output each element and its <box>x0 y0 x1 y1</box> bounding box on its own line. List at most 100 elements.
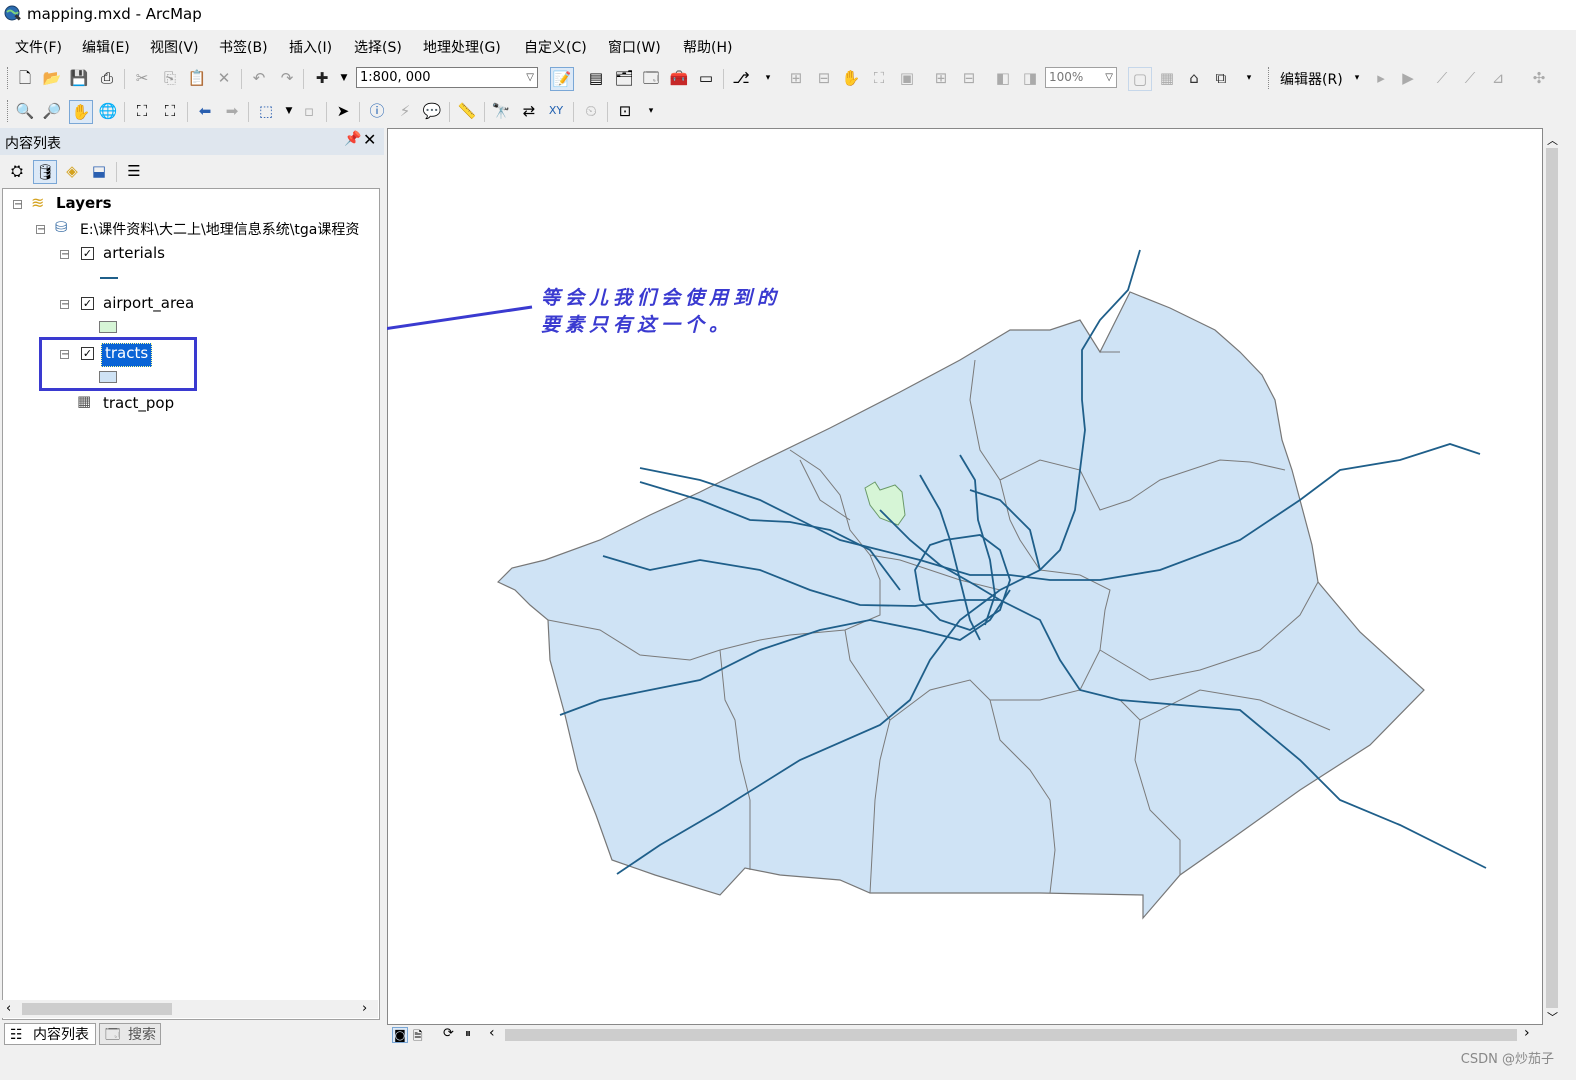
fixed-zoom-in-icon[interactable]: ⊞ <box>930 67 952 89</box>
editor-menu-button[interactable]: 编辑器(R) <box>1280 69 1343 89</box>
chevron-down-icon[interactable]: ▼ <box>278 100 300 122</box>
scroll-left-icon[interactable]: ‹ <box>6 1001 11 1016</box>
zoom-100-icon[interactable]: ▣ <box>896 67 918 89</box>
list-by-visibility-icon[interactable]: ◈ <box>61 160 83 182</box>
chevron-down-icon[interactable]: ▾ <box>1346 67 1368 89</box>
undo-icon[interactable]: ↶ <box>248 67 270 89</box>
zoom-out-icon[interactable]: 🔎 <box>41 100 63 122</box>
copy-icon[interactable]: ⎘ <box>159 67 181 89</box>
data-driven-pages-icon[interactable]: ⧉ <box>1210 67 1232 89</box>
table-name-tract-pop[interactable]: tract_pop <box>103 394 174 416</box>
layout-zoom-in-icon[interactable]: ⊞ <box>785 67 807 89</box>
map-canvas[interactable] <box>387 128 1543 1025</box>
trace-icon[interactable]: ⊿ <box>1487 67 1509 89</box>
toolbar-grip[interactable] <box>7 67 11 89</box>
open-folder-icon[interactable]: 📂 <box>41 67 63 89</box>
refresh-icon[interactable]: ⟳ <box>443 1026 454 1041</box>
straight-segment-icon[interactable]: ⟋ <box>1431 67 1453 89</box>
go-back-arrow-icon[interactable]: ⬅ <box>194 100 216 122</box>
layout-zoom-out-icon[interactable]: ⊟ <box>813 67 835 89</box>
previous-extent-icon[interactable]: ◧ <box>992 67 1014 89</box>
menu-bookmarks[interactable]: 书签(B) <box>219 37 268 57</box>
collapse-airport-area-icon[interactable]: − <box>60 300 69 310</box>
change-layout-icon[interactable]: ⌂ <box>1183 67 1205 89</box>
toolbar-options-icon[interactable]: ▾ <box>1238 67 1260 89</box>
data-view-icon[interactable]: ◙ <box>392 1027 408 1043</box>
find-route-icon[interactable]: ⇄ <box>518 100 540 122</box>
delete-icon[interactable]: ✕ <box>213 67 235 89</box>
scroll-thumb[interactable] <box>1546 148 1558 1008</box>
find-binoculars-icon[interactable]: 🔭 <box>490 100 512 122</box>
layer-name-airport-area[interactable]: airport_area <box>103 294 194 316</box>
modelbuilder-icon[interactable]: ⎇ <box>730 67 752 89</box>
pan-icon[interactable]: ✋ <box>69 100 93 124</box>
scroll-left-icon[interactable]: ‹ <box>489 1025 495 1041</box>
layout-pan-icon[interactable]: ✋ <box>840 67 862 89</box>
toc-horizontal-scrollbar[interactable]: ‹ › <box>2 1000 378 1018</box>
zoom-whole-page-icon[interactable]: ⛶ <box>868 67 890 89</box>
toolbar-options-icon[interactable]: ▾ <box>640 100 662 122</box>
save-icon[interactable]: 💾 <box>68 67 90 89</box>
pin-icon[interactable]: 📌 <box>344 131 361 147</box>
arctoolbox-icon[interactable]: 🧰 <box>668 67 690 89</box>
scroll-thumb[interactable] <box>22 1003 172 1015</box>
map-vertical-scrollbar[interactable]: ︿ ﹀ <box>1543 128 1561 1025</box>
options-icon[interactable]: ☰ <box>123 160 145 182</box>
fixed-zoom-in-icon[interactable]: ⛶ <box>131 100 153 122</box>
layer-name-arterials[interactable]: arterials <box>103 244 165 266</box>
scroll-up-icon[interactable]: ︿ <box>1547 132 1558 148</box>
add-data-icon[interactable]: ✚ <box>311 67 333 89</box>
workspace-path[interactable]: E:\课件资料\大二上\地理信息系统\tga课程资 <box>80 219 359 241</box>
time-slider-icon[interactable]: ⏲ <box>580 100 602 122</box>
html-popup-icon[interactable]: 💬 <box>421 100 443 122</box>
go-to-xy-icon[interactable]: XY <box>545 100 567 122</box>
list-by-source-icon[interactable]: 🛢 <box>33 160 57 184</box>
scroll-right-icon[interactable]: › <box>1524 1025 1530 1041</box>
redo-icon[interactable]: ↷ <box>276 67 298 89</box>
menu-file[interactable]: 文件(F) <box>15 37 62 57</box>
chevron-down-icon[interactable]: ▽ <box>526 68 534 87</box>
menu-window[interactable]: 窗口(W) <box>608 37 661 57</box>
editor-toolbar-icon[interactable]: 📝 <box>550 67 574 91</box>
map-scale-combobox[interactable]: 1:800, 000 ▽ <box>356 67 538 88</box>
collapse-arterials-icon[interactable]: − <box>60 250 69 260</box>
catalog-window-icon[interactable]: 🗂 <box>613 67 635 89</box>
create-viewer-window-icon[interactable]: ⊡ <box>614 100 636 122</box>
menu-view[interactable]: 视图(V) <box>150 37 199 57</box>
menu-edit[interactable]: 编辑(E) <box>82 37 130 57</box>
clear-selection-icon[interactable]: ▫ <box>298 100 320 122</box>
edit-tool-icon[interactable]: ▸ <box>1370 67 1392 89</box>
cut-icon[interactable]: ✂ <box>131 67 153 89</box>
arterials-line-symbol[interactable] <box>100 277 118 279</box>
search-window-icon[interactable]: 🗔 <box>640 67 662 89</box>
print-icon[interactable]: ⎙ <box>96 67 118 89</box>
data-frame-label[interactable]: Layers <box>56 194 112 216</box>
fixed-zoom-out-icon[interactable]: ⛶ <box>159 100 181 122</box>
edit-annotation-icon[interactable]: ▶ <box>1397 67 1419 89</box>
toolbar-options-icon[interactable]: ▾ <box>757 67 779 89</box>
measure-ruler-icon[interactable]: 📏 <box>456 100 478 122</box>
menu-insert[interactable]: 插入(I) <box>289 37 332 57</box>
endpoint-arc-icon[interactable]: ⟋ <box>1459 67 1481 89</box>
list-by-selection-icon[interactable]: ⬓ <box>88 160 110 182</box>
select-features-icon[interactable]: ⬚ <box>255 100 277 122</box>
layout-view-icon[interactable]: 🗎 <box>413 1027 423 1048</box>
select-elements-arrow-icon[interactable]: ➤ <box>332 100 354 122</box>
close-icon[interactable]: ✕ <box>363 130 376 149</box>
horizontal-scroll-thumb[interactable] <box>505 1029 1517 1041</box>
scroll-down-icon[interactable]: ﹀ <box>1547 1009 1558 1025</box>
scroll-right-icon[interactable]: › <box>362 1001 367 1016</box>
toggle-draft-mode-icon[interactable]: ▢ <box>1128 67 1152 91</box>
tab-search[interactable]: 🗔 搜索 <box>99 1023 161 1045</box>
table-of-contents-icon[interactable]: ▤ <box>585 67 607 89</box>
fixed-zoom-out-icon[interactable]: ⊟ <box>958 67 980 89</box>
menu-geoprocessing[interactable]: 地理处理(G) <box>423 37 501 57</box>
focus-data-frame-icon[interactable]: ▦ <box>1156 67 1178 89</box>
zoom-in-icon[interactable]: 🔍 <box>14 100 36 122</box>
go-forward-arrow-icon[interactable]: ➡ <box>221 100 243 122</box>
paste-icon[interactable]: 📋 <box>186 67 208 89</box>
python-window-icon[interactable]: ▭ <box>695 67 717 89</box>
menu-selection[interactable]: 选择(S) <box>354 37 402 57</box>
hyperlink-lightning-icon[interactable]: ⚡ <box>394 100 416 122</box>
full-extent-globe-icon[interactable]: 🌐 <box>97 100 119 122</box>
